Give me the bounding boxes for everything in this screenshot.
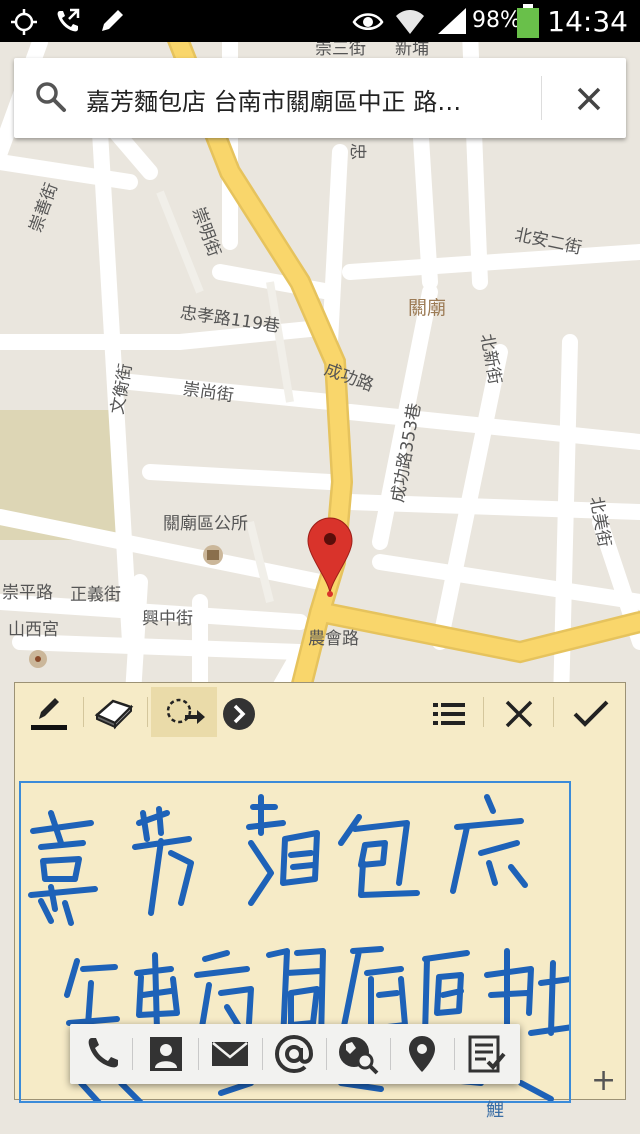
map-label: 興中街 <box>142 609 193 629</box>
pen-icon <box>102 10 123 31</box>
battery-icon <box>517 4 539 38</box>
action-divider <box>390 1038 391 1070</box>
action-divider <box>262 1038 263 1070</box>
search-bar[interactable]: 嘉芳麵包店 台南市關廟區中正 路… <box>14 58 626 138</box>
action-bar <box>70 1024 520 1084</box>
map-label: 忠 <box>347 143 367 160</box>
map-label: 山西宮 <box>8 620 59 640</box>
email-button[interactable] <box>208 1032 252 1076</box>
map-label: 正義街 <box>70 585 121 605</box>
wifi-icon <box>396 10 424 34</box>
location-icon <box>409 1036 435 1072</box>
map-label: 崇平路 <box>2 583 53 603</box>
pen-tool-button[interactable] <box>21 687 77 737</box>
task-button[interactable] <box>464 1032 508 1076</box>
done-button[interactable] <box>563 687 619 737</box>
lasso-select-icon <box>166 698 205 724</box>
web-search-button[interactable] <box>336 1032 380 1076</box>
action-divider <box>198 1038 199 1070</box>
search-icon[interactable] <box>34 80 68 114</box>
map-label: 關廟區公所 <box>163 514 248 534</box>
eraser-button[interactable] <box>87 687 143 737</box>
list-button[interactable] <box>421 687 477 737</box>
close-icon <box>505 700 533 728</box>
toolbar-divider <box>147 697 148 727</box>
phone-button[interactable] <box>80 1032 124 1076</box>
search-divider <box>541 76 542 120</box>
pen-tool-icon <box>31 698 67 730</box>
expand-arrow-icon <box>223 698 255 730</box>
contact-icon <box>150 1037 182 1071</box>
add-button[interactable]: + <box>591 1063 616 1098</box>
map-label: 鯉 <box>486 1100 504 1121</box>
map-label: 崇三街 <box>315 42 366 59</box>
eye-icon <box>352 13 384 30</box>
toolbar-divider <box>553 697 554 727</box>
clear-search-icon[interactable] <box>574 84 604 114</box>
close-button[interactable] <box>491 687 547 737</box>
notepad-toolbar <box>15 683 625 741</box>
expand-button[interactable] <box>215 687 271 737</box>
at-button[interactable] <box>272 1032 316 1076</box>
list-icon <box>433 703 465 725</box>
toolbar-divider <box>483 697 484 727</box>
clock: 14:34 <box>547 5 628 38</box>
action-divider <box>326 1038 327 1070</box>
task-icon <box>468 1035 506 1073</box>
battery-level: 98% <box>472 8 521 33</box>
email-icon <box>212 1042 248 1066</box>
location-button[interactable] <box>400 1032 444 1076</box>
web-search-icon <box>339 1037 379 1075</box>
map-label: 農會路 <box>308 629 359 649</box>
map-label: 新埔 <box>395 42 429 59</box>
gps-icon <box>11 9 37 35</box>
action-divider <box>132 1038 133 1070</box>
lasso-select-button[interactable] <box>151 687 217 737</box>
toolbar-divider <box>83 697 84 727</box>
eraser-icon <box>94 699 134 730</box>
phone-icon <box>88 1038 118 1068</box>
search-input[interactable]: 嘉芳麵包店 台南市關廟區中正 路… <box>86 82 538 117</box>
check-icon <box>573 700 609 727</box>
contact-button[interactable] <box>144 1032 188 1076</box>
at-icon <box>274 1034 314 1074</box>
call-forward-icon <box>57 8 80 32</box>
status-bar: 98% 14:34 <box>0 0 640 42</box>
map-label: 關廟 <box>408 297 446 319</box>
signal-icon <box>438 8 466 34</box>
action-divider <box>454 1038 455 1070</box>
